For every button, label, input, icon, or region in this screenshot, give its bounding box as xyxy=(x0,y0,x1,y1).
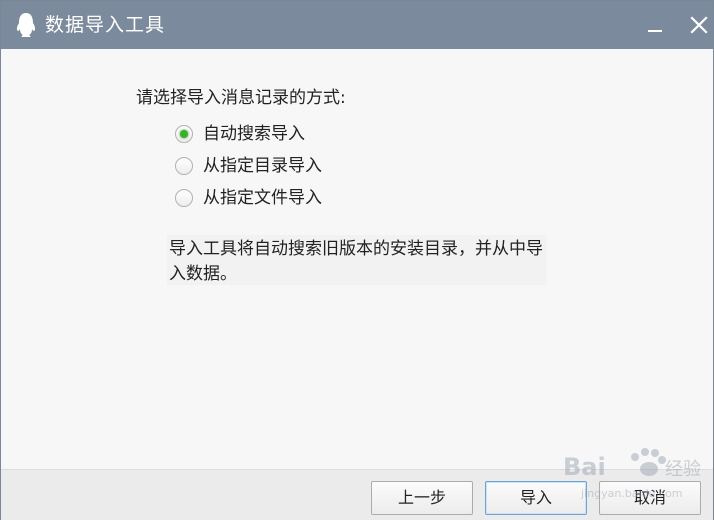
previous-step-button[interactable]: 上一步 xyxy=(371,481,473,515)
import-method-prompt: 请选择导入消息记录的方式: xyxy=(136,88,346,108)
import-tool-window: 数据导入工具 请选择导入消息记录的方式: 自动搜索导入 从指定目录导入 从指定文… xyxy=(0,0,714,520)
radio-button[interactable] xyxy=(175,189,193,207)
minimize-button[interactable] xyxy=(641,11,669,39)
footer-button-bar: 上一步 导入 取消 xyxy=(1,469,713,520)
option-label: 从指定文件导入 xyxy=(203,188,322,208)
title-bar[interactable]: 数据导入工具 xyxy=(1,1,713,49)
window-title: 数据导入工具 xyxy=(45,14,166,36)
radio-button[interactable] xyxy=(175,157,193,175)
radio-dot xyxy=(180,130,188,138)
radio-button-selected[interactable] xyxy=(175,125,193,143)
close-icon xyxy=(690,16,708,34)
import-button[interactable]: 导入 xyxy=(485,481,587,515)
option-label: 从指定目录导入 xyxy=(203,156,322,176)
close-button[interactable] xyxy=(685,11,713,39)
option-label: 自动搜索导入 xyxy=(203,124,305,144)
qq-penguin-icon xyxy=(16,13,36,37)
minimize-icon xyxy=(648,30,662,32)
option-description: 导入工具将自动搜索旧版本的安装目录，并从中导入数据。 xyxy=(169,239,543,284)
description-box: 导入工具将自动搜索旧版本的安装目录，并从中导入数据。 xyxy=(167,235,547,285)
cancel-button[interactable]: 取消 xyxy=(599,481,701,515)
content-area: 请选择导入消息记录的方式: 自动搜索导入 从指定目录导入 从指定文件导入 导入工… xyxy=(1,49,713,469)
